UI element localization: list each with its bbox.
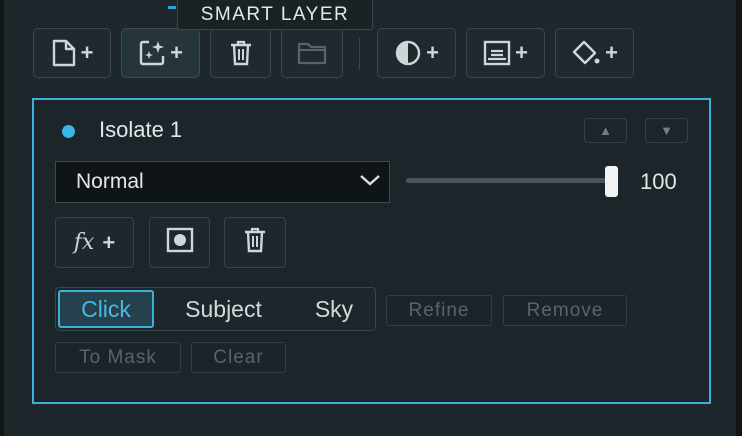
selection-mode-click[interactable]: Click — [58, 290, 154, 328]
new-layer-button[interactable]: + — [33, 28, 111, 78]
fx-icon: fx — [73, 230, 95, 255]
refine-button[interactable]: Refine — [386, 295, 492, 326]
blend-mode-value: Normal — [76, 170, 144, 193]
folder-icon — [297, 41, 327, 65]
move-layer-up-button[interactable]: ▲ — [584, 118, 627, 143]
opacity-slider-handle[interactable] — [605, 166, 618, 197]
tooltip-pointer — [168, 6, 176, 9]
window-edge-left — [0, 0, 4, 436]
delete-layer-button[interactable] — [210, 28, 271, 78]
layer-visibility-dot[interactable] — [62, 125, 75, 138]
remove-button[interactable]: Remove — [503, 295, 627, 326]
trash-icon — [243, 227, 267, 258]
smart-layer-tooltip: SMART LAYER — [177, 0, 373, 30]
half-circle-icon — [394, 39, 422, 67]
window-edge-right — [736, 0, 742, 436]
blend-mode-select[interactable]: Normal — [55, 161, 390, 203]
opacity-slider-track[interactable] — [406, 178, 616, 183]
plus-icon: + — [605, 40, 618, 65]
layer-name: Isolate 1 — [99, 117, 183, 142]
to-mask-button[interactable]: To Mask — [55, 342, 181, 373]
plus-icon: + — [102, 229, 116, 255]
clear-button[interactable]: Clear — [191, 342, 286, 373]
move-layer-down-button[interactable]: ▼ — [645, 118, 688, 143]
mask-layer-button[interactable]: + — [466, 28, 545, 78]
smart-layer-button[interactable]: + — [121, 28, 200, 78]
image-layer-icon — [483, 40, 511, 66]
selection-mode-subject[interactable]: Subject — [166, 288, 281, 330]
delete-layer-content-button[interactable] — [224, 217, 286, 268]
plus-icon: + — [170, 40, 183, 65]
plus-icon: + — [515, 40, 528, 65]
chevron-down-icon — [359, 173, 381, 192]
toolbar-divider — [359, 38, 360, 70]
smart-layer-icon — [138, 39, 166, 67]
adjustment-layer-button[interactable]: + — [377, 28, 456, 78]
trash-icon — [229, 40, 253, 66]
group-folder-button — [281, 28, 343, 78]
paint-bucket-icon — [571, 39, 601, 67]
plus-icon: + — [80, 40, 94, 65]
opacity-value: 100 — [640, 169, 677, 194]
mask-icon — [166, 227, 194, 258]
new-document-icon — [51, 39, 77, 67]
fill-layer-button[interactable]: + — [555, 28, 634, 78]
add-mask-button[interactable] — [149, 217, 210, 268]
selection-mode-sky[interactable]: Sky — [294, 288, 374, 330]
add-effect-button[interactable]: fx + — [55, 217, 134, 268]
plus-icon: + — [426, 40, 439, 65]
selection-mode-segmented-control: Click Subject Sky — [55, 287, 376, 331]
